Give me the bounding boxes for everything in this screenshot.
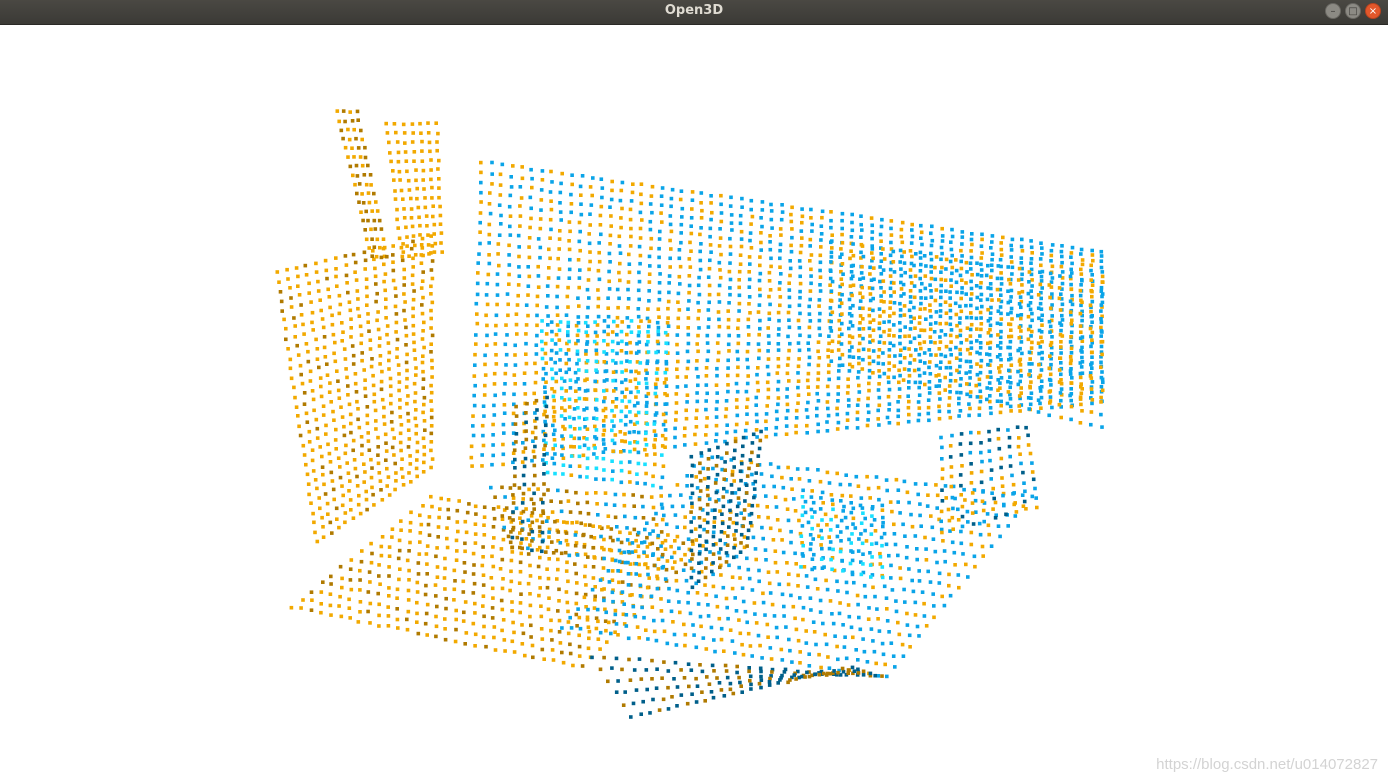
point-cloud-viewport[interactable]: https://blog.csdn.net/u014072827 <box>0 25 1388 783</box>
window-titlebar[interactable]: Open3D – □ × <box>0 0 1388 25</box>
close-icon[interactable]: × <box>1365 3 1381 19</box>
maximize-icon[interactable]: □ <box>1345 3 1361 19</box>
window-title: Open3D <box>664 3 724 18</box>
watermark-text: https://blog.csdn.net/u014072827 <box>1156 756 1378 773</box>
minimize-icon[interactable]: – <box>1325 3 1341 19</box>
point-cloud-render <box>275 109 1105 719</box>
